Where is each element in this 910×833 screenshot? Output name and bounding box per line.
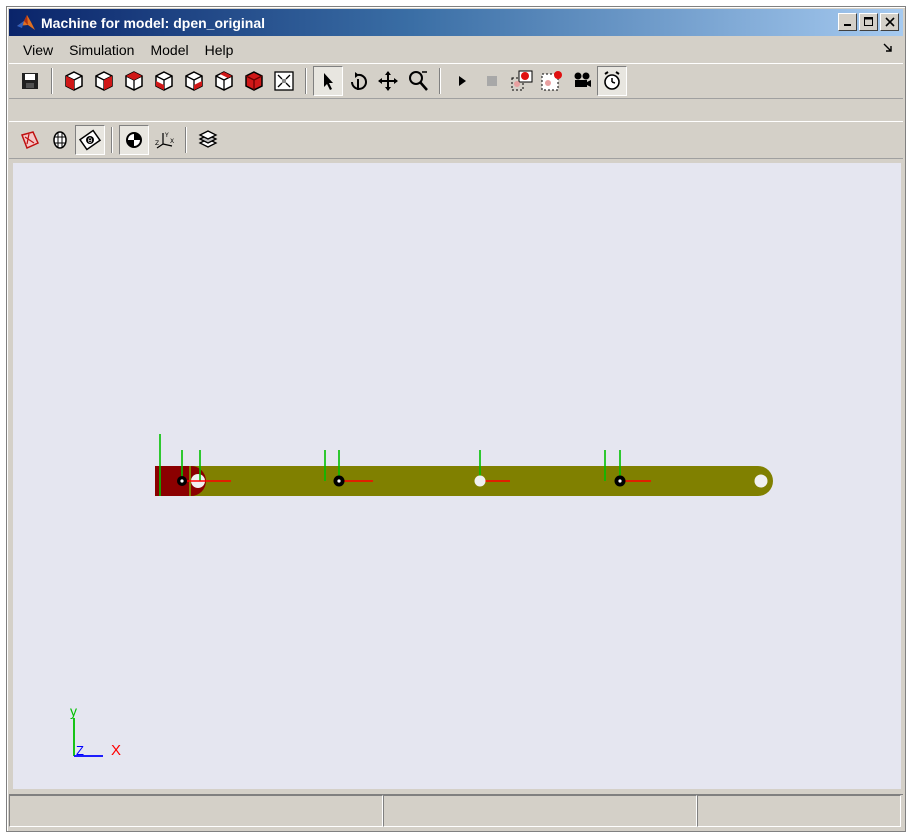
main-toolbar: [9, 63, 903, 99]
view-front-icon: [65, 71, 83, 91]
record-region-button[interactable]: [537, 66, 567, 96]
ellipsoid-icon: [21, 131, 39, 150]
menu-dock-arrow-icon[interactable]: [883, 43, 893, 53]
view-bottom-icon: [215, 71, 233, 91]
triad-y-label: y: [70, 703, 77, 719]
pan-button[interactable]: [373, 66, 403, 96]
view-back-button[interactable]: [89, 66, 119, 96]
axes-triad: y Z X: [70, 703, 121, 759]
toolbar-separator: [305, 68, 307, 94]
coordinate-frame-button[interactable]: YX Z: [149, 125, 179, 155]
view-bottom-button[interactable]: [209, 66, 239, 96]
svg-text:Y: Y: [164, 132, 169, 139]
toolbar-separator: [185, 127, 187, 153]
rotate-button[interactable]: [343, 66, 373, 96]
cg-icon: θ: [78, 129, 102, 151]
status-pane-main: [9, 795, 383, 827]
status-bar: [9, 794, 903, 828]
cg-marker-icon: [126, 132, 142, 148]
convex-hull-icon: [53, 131, 67, 149]
rotate-icon: [351, 72, 367, 90]
save-icon: [22, 73, 38, 89]
menu-simulation[interactable]: Simulation: [61, 42, 142, 58]
view-back-icon: [95, 71, 113, 91]
coordinate-frame-icon: YX Z: [155, 132, 174, 149]
record-button[interactable]: [507, 66, 537, 96]
maximize-icon: [863, 17, 873, 26]
fit-to-view-icon: [274, 71, 294, 91]
view-front-button[interactable]: [59, 66, 89, 96]
window-title: Machine for model: dpen_original: [41, 14, 266, 31]
triad-x-label: X: [111, 742, 121, 759]
maximize-button[interactable]: [859, 13, 878, 31]
title-bar[interactable]: Machine for model: dpen_original: [9, 9, 903, 36]
3d-viewport[interactable]: y Z X: [13, 163, 901, 789]
view-iso-icon: [245, 71, 263, 91]
zoom-button[interactable]: [403, 66, 433, 96]
toolbar-separator: [439, 68, 441, 94]
save-button[interactable]: [15, 66, 45, 96]
close-icon: [884, 17, 895, 27]
zoom-icon: [409, 71, 428, 91]
stop-icon: [487, 76, 497, 86]
record-icon: [511, 70, 533, 91]
select-button[interactable]: [313, 66, 343, 96]
view-top-icon: [185, 71, 203, 91]
cg-marker-button[interactable]: [119, 125, 149, 155]
record-region-icon: [541, 71, 562, 91]
svg-text:θ: θ: [88, 137, 92, 145]
layers-button[interactable]: [193, 125, 223, 155]
convex-hull-button[interactable]: [45, 125, 75, 155]
fit-to-view-button[interactable]: [269, 66, 299, 96]
mechanism-view[interactable]: y Z X: [13, 163, 901, 789]
menu-help[interactable]: Help: [197, 42, 242, 58]
svg-text:X: X: [170, 138, 174, 145]
end-hole: [754, 474, 768, 488]
view-right-button[interactable]: [149, 66, 179, 96]
view-left-icon: [125, 71, 143, 91]
status-pane-right: [697, 795, 901, 827]
close-button[interactable]: [880, 13, 899, 31]
machine-window: Machine for model: dpen_original View Si…: [6, 6, 906, 832]
play-button[interactable]: [447, 66, 477, 96]
camera-icon: [574, 72, 591, 87]
menu-bar: View Simulation Model Help: [9, 38, 903, 62]
toolbar-separator: [51, 68, 53, 94]
minimize-button[interactable]: [838, 13, 857, 31]
layers-icon: [198, 130, 218, 148]
secondary-toolbar: θ YX Z: [9, 121, 903, 159]
matlab-logo-icon: [17, 14, 35, 30]
minimize-icon: [843, 24, 851, 26]
menu-view[interactable]: View: [15, 42, 61, 58]
toolbar-separator: [111, 127, 113, 153]
triad-z-label: Z: [76, 743, 84, 758]
status-pane-middle: [383, 795, 697, 827]
cg-button[interactable]: θ: [75, 125, 105, 155]
play-icon: [459, 76, 466, 86]
pan-icon: [378, 71, 398, 91]
timer-icon: [604, 71, 620, 90]
svg-text:Z: Z: [155, 140, 159, 147]
menu-model[interactable]: Model: [142, 42, 196, 58]
view-top-button[interactable]: [179, 66, 209, 96]
select-icon: [324, 73, 333, 90]
stop-button[interactable]: [477, 66, 507, 96]
view-left-button[interactable]: [119, 66, 149, 96]
timer-button[interactable]: [597, 66, 627, 96]
toolbar-gap: [9, 99, 903, 121]
view-right-icon: [155, 71, 173, 91]
ellipsoid-button[interactable]: [15, 125, 45, 155]
view-iso-button[interactable]: [239, 66, 269, 96]
camera-button[interactable]: [567, 66, 597, 96]
